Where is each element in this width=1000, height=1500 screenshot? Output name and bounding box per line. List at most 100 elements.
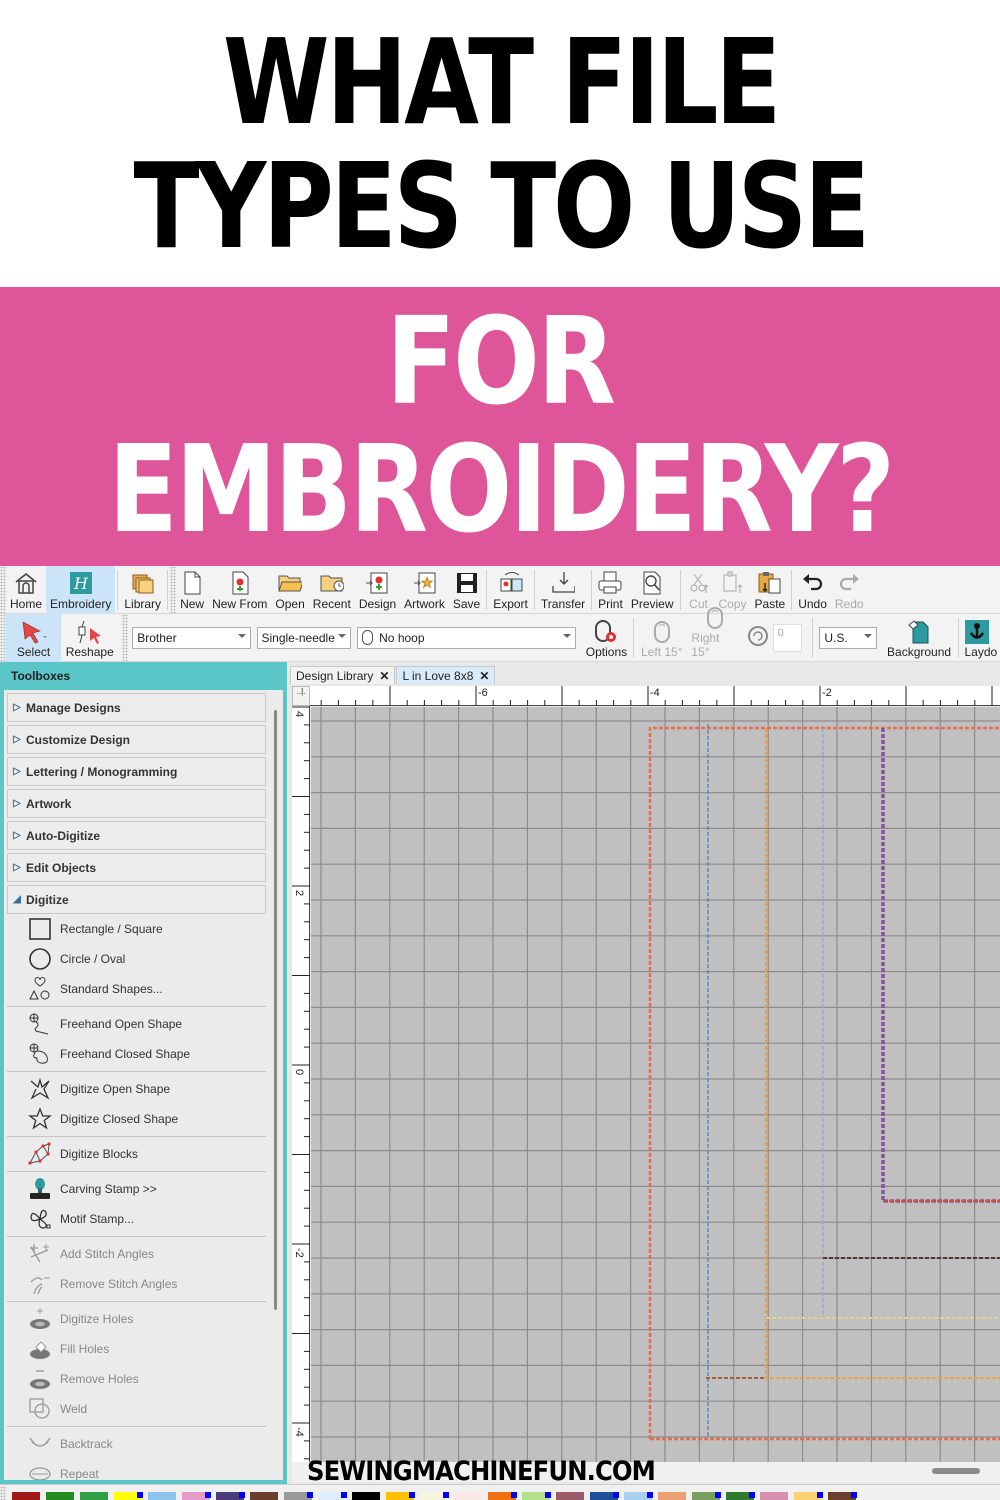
- toolbox-section-edit-objects[interactable]: ▷ Edit Objects: [7, 853, 266, 882]
- thread-color-swatch[interactable]: [624, 1492, 653, 1500]
- tool-remove-stitch-angles[interactable]: Remove Stitch Angles: [4, 1269, 283, 1299]
- toolbox-section-artwork[interactable]: ▷ Artwork: [7, 789, 266, 818]
- thread-color-swatch[interactable]: [590, 1492, 619, 1500]
- save-icon: [455, 570, 479, 596]
- export-button[interactable]: Export: [489, 566, 532, 614]
- thread-color-swatch[interactable]: [522, 1492, 551, 1500]
- toolbox-section-lettering-monogramming[interactable]: ▷ Lettering / Monogramming: [7, 757, 266, 786]
- tool-weld[interactable]: Weld: [4, 1394, 283, 1424]
- artwork-button[interactable]: Artwork: [400, 566, 449, 614]
- select-tool-button[interactable]: Select: [5, 613, 62, 662]
- paste-button[interactable]: Paste: [751, 566, 790, 614]
- thread-color-swatch[interactable]: [114, 1492, 143, 1500]
- tool-digitize-open-shape[interactable]: Digitize Open Shape: [4, 1074, 283, 1104]
- close-icon[interactable]: ✕: [479, 669, 489, 683]
- thread-color-swatch[interactable]: [386, 1492, 415, 1500]
- save-button[interactable]: Save: [449, 566, 484, 614]
- tool-add-stitch-angles[interactable]: Add Stitch Angles: [4, 1239, 283, 1269]
- tool-backtrack[interactable]: Backtrack: [4, 1429, 283, 1459]
- thread-color-swatch[interactable]: [828, 1492, 857, 1500]
- rotate-left-15-button[interactable]: Left 15°: [636, 614, 687, 662]
- banner-line-1: FOR: [386, 292, 616, 432]
- scrollbar-thumb[interactable]: [932, 1468, 980, 1474]
- library-label: Library: [124, 597, 162, 611]
- ruler-units-toggle[interactable]: ..|.: [292, 686, 310, 706]
- needle-type-select[interactable]: Single-needle: [256, 626, 352, 649]
- background-button[interactable]: Background: [883, 614, 956, 662]
- transfer-button[interactable]: Transfer: [537, 566, 589, 614]
- thread-color-swatch[interactable]: [80, 1492, 108, 1500]
- chevron-down-icon: [562, 633, 571, 638]
- thread-color-swatch[interactable]: [692, 1492, 721, 1500]
- tool-standard-shapes[interactable]: Standard Shapes...: [4, 974, 283, 1004]
- recent-button[interactable]: Recent: [309, 566, 355, 614]
- tool-repeat[interactable]: Repeat: [4, 1459, 283, 1480]
- thread-color-swatch[interactable]: [488, 1492, 517, 1500]
- toolbar-grip[interactable]: [122, 614, 129, 661]
- thread-color-swatch[interactable]: [454, 1492, 482, 1500]
- new-from-button[interactable]: New From: [208, 566, 271, 614]
- hoop-value: No hoop: [379, 630, 425, 645]
- thread-color-swatch[interactable]: [182, 1492, 211, 1500]
- tool-remove-holes[interactable]: Remove Holes: [4, 1364, 283, 1394]
- thread-color-swatch[interactable]: [760, 1492, 788, 1500]
- reshape-tool-button[interactable]: Reshape: [61, 614, 118, 662]
- tool-group-divider: [7, 1006, 266, 1007]
- tool-label: Digitize Open Shape: [60, 1082, 171, 1096]
- rotate-right-15-button[interactable]: Right 15°: [687, 606, 742, 662]
- tool-digitize-holes[interactable]: Digitize Holes: [4, 1304, 283, 1334]
- print-button[interactable]: Print: [594, 566, 627, 614]
- swatch-marker: [341, 1492, 347, 1498]
- tool-carving-stamp[interactable]: Carving Stamp >>: [4, 1174, 283, 1204]
- toolbox-section-digitize[interactable]: ◢ Digitize: [7, 885, 266, 914]
- redo-label: Redo: [834, 597, 864, 611]
- thread-color-swatch[interactable]: [250, 1492, 278, 1500]
- thread-color-swatch[interactable]: [216, 1492, 245, 1500]
- undo-button[interactable]: Undo: [794, 566, 831, 614]
- tab-l-in-love[interactable]: L in Love 8x8 ✕: [396, 666, 496, 684]
- design-button[interactable]: Design: [355, 566, 400, 614]
- thread-color-swatch[interactable]: [420, 1492, 449, 1500]
- rotation-angle-input[interactable]: 0: [772, 623, 803, 652]
- thread-color-swatch[interactable]: [352, 1492, 380, 1500]
- toolbox-section-auto-digitize[interactable]: ▷ Auto-Digitize: [7, 821, 266, 850]
- hoop-select[interactable]: No hoop: [357, 626, 576, 649]
- laydown-button[interactable]: Laydo: [961, 614, 1000, 662]
- preview-button[interactable]: Preview: [627, 566, 678, 614]
- thread-color-swatch[interactable]: [318, 1492, 347, 1500]
- design-canvas[interactable]: [311, 707, 1000, 1462]
- thread-color-swatch[interactable]: [658, 1492, 686, 1500]
- thread-color-swatch[interactable]: [46, 1492, 74, 1500]
- thread-color-swatch[interactable]: [794, 1492, 823, 1500]
- tab-design-library[interactable]: Design Library ✕: [290, 666, 396, 684]
- options-button[interactable]: Options: [582, 614, 631, 662]
- horizontal-ruler: -6 -4 -2: [292, 686, 1000, 706]
- thread-color-swatch[interactable]: [726, 1492, 755, 1500]
- thread-color-swatch[interactable]: [556, 1492, 584, 1500]
- sidebar-scrollbar[interactable]: [274, 710, 277, 1310]
- embroidery-button[interactable]: H Embroidery: [46, 566, 116, 614]
- tool-motif-stamp[interactable]: Motif Stamp...: [4, 1204, 283, 1234]
- thread-color-swatch[interactable]: [12, 1492, 40, 1500]
- toolbox-section-customize-design[interactable]: ▷ Customize Design: [7, 725, 266, 754]
- new-button[interactable]: New: [176, 566, 208, 614]
- toolbox-section-manage-designs[interactable]: ▷ Manage Designs: [7, 693, 266, 722]
- tool-freehand-open-shape[interactable]: Freehand Open Shape: [4, 1009, 283, 1039]
- close-icon[interactable]: ✕: [379, 669, 389, 683]
- tool-circle-oval[interactable]: Circle / Oval: [4, 944, 283, 974]
- library-button[interactable]: Library: [120, 566, 165, 614]
- machine-brand-select[interactable]: Brother: [132, 626, 251, 649]
- home-button[interactable]: Home: [6, 566, 46, 614]
- tool-freehand-closed-shape[interactable]: Freehand Closed Shape: [4, 1039, 283, 1069]
- thread-color-swatch[interactable]: [148, 1492, 176, 1500]
- redo-button[interactable]: Redo: [831, 566, 868, 614]
- tool-fill-holes[interactable]: Fill Holes: [4, 1334, 283, 1364]
- tool-digitize-blocks[interactable]: Digitize Blocks: [4, 1139, 283, 1169]
- units-select[interactable]: U.S.: [819, 626, 877, 649]
- thread-color-swatch[interactable]: [284, 1492, 313, 1500]
- tool-digitize-closed-shape[interactable]: Digitize Closed Shape: [4, 1104, 283, 1134]
- rotate-custom-icon[interactable]: [747, 625, 769, 650]
- open-button[interactable]: Open: [271, 566, 308, 614]
- tool-rectangle-square[interactable]: Rectangle / Square: [4, 914, 283, 944]
- units-value: U.S.: [824, 630, 848, 645]
